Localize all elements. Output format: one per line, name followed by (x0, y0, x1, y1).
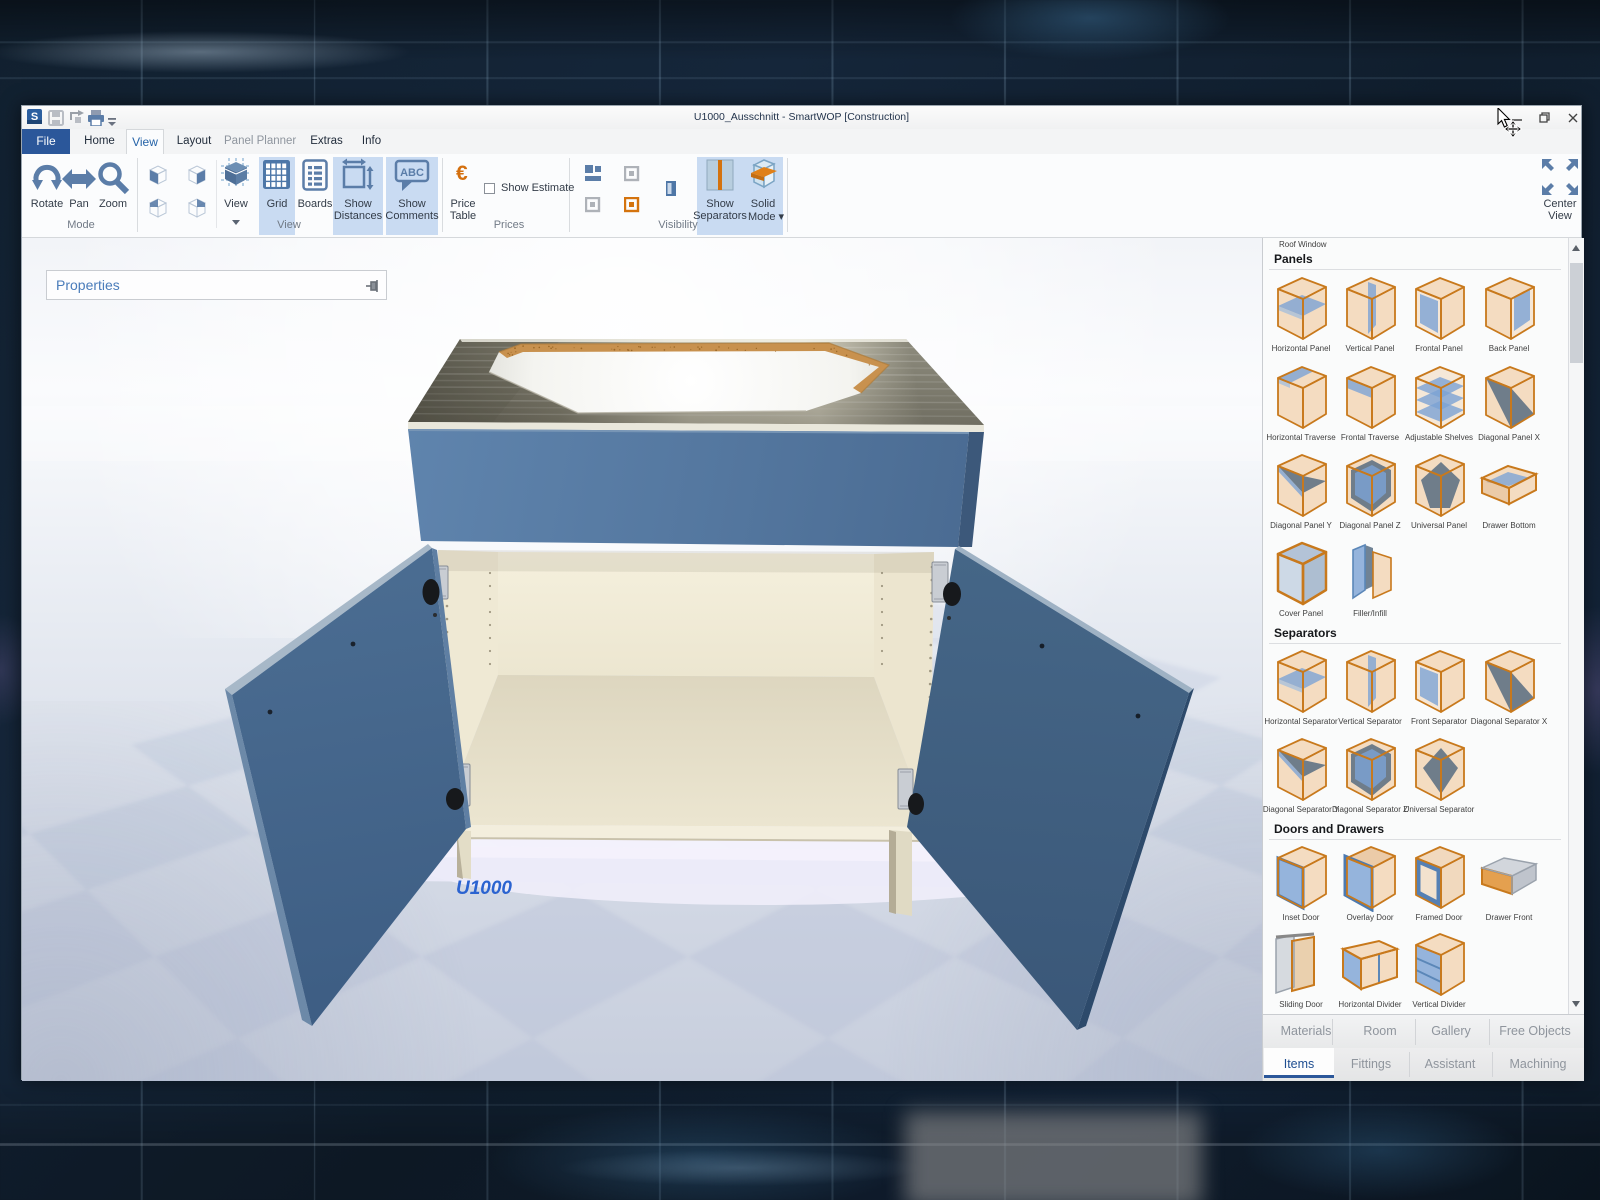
svg-text:ABC: ABC (400, 167, 424, 179)
svg-text:U1000: U1000 (456, 878, 512, 899)
